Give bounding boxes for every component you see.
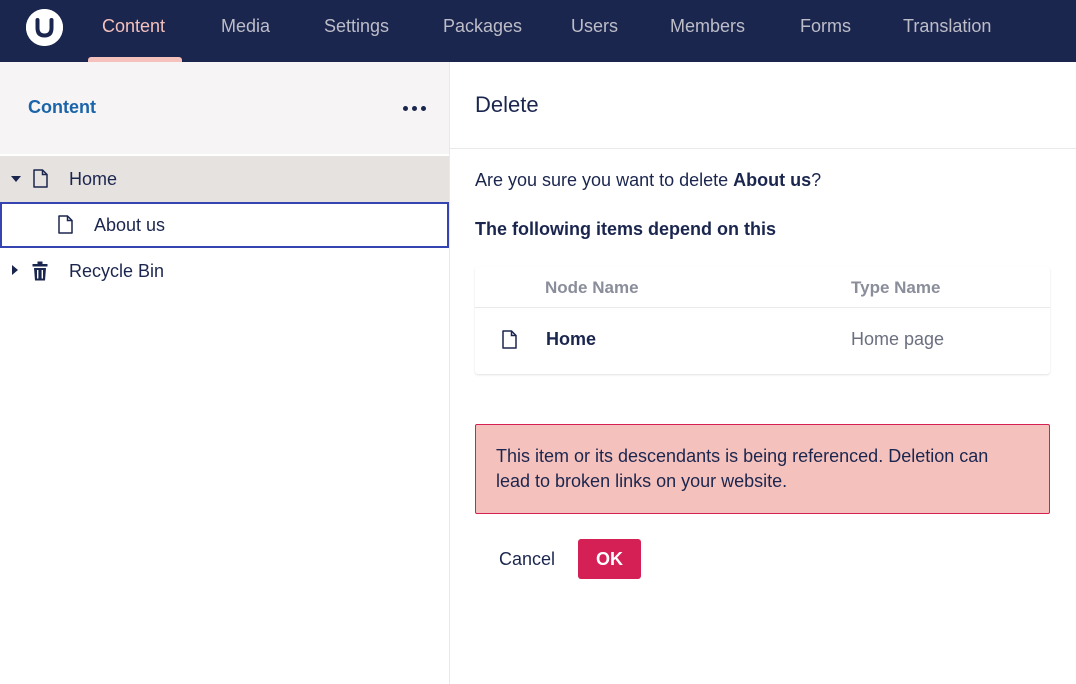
delete-dialog: Delete Are you sure you want to delete A…: [450, 62, 1076, 684]
tree-item-recycle-bin[interactable]: Recycle Bin: [0, 248, 449, 294]
nav-tab-content[interactable]: Content: [102, 15, 165, 37]
trash-icon: [32, 261, 48, 281]
dependencies-heading: The following items depend on this: [475, 219, 776, 239]
nav-tab-packages[interactable]: Packages: [443, 15, 522, 37]
tree-item-label: Recycle Bin: [69, 261, 165, 281]
confirm-prefix: Are you sure you want to delete: [475, 170, 734, 190]
nav-tab-media[interactable]: Media: [221, 15, 270, 37]
nav-tab-users[interactable]: Users: [571, 15, 618, 37]
nav-tab-translation[interactable]: Translation: [903, 15, 991, 37]
dialog-title: Delete: [475, 92, 539, 117]
dependencies-table: Node Name Type Name Home Home page: [475, 267, 1050, 374]
nav-tab-settings[interactable]: Settings: [324, 15, 389, 37]
umbraco-logo-icon[interactable]: [26, 9, 63, 46]
tree-item-home[interactable]: Home: [0, 156, 449, 202]
tree-header: Content: [0, 62, 449, 154]
document-icon: [58, 215, 73, 234]
top-navigation: Content Media Settings Packages Users Me…: [0, 0, 1076, 62]
nav-tab-members[interactable]: Members: [670, 15, 745, 37]
delete-confirmation-text: Are you sure you want to delete About us…: [475, 169, 821, 191]
tree-item-about-us[interactable]: About us: [0, 202, 449, 248]
warning-text: This item or its descendants is being re…: [496, 446, 989, 491]
item-to-delete: About us: [733, 170, 812, 190]
cancel-button[interactable]: Cancel: [486, 539, 568, 579]
type-name: Home page: [851, 329, 945, 349]
nav-tab-forms[interactable]: Forms: [800, 15, 851, 37]
node-name-link[interactable]: Home: [546, 329, 596, 350]
column-header-node-name: Node Name: [545, 278, 639, 297]
tree-item-label: About us: [94, 215, 166, 235]
document-icon: [33, 169, 48, 188]
table-header: Node Name Type Name: [475, 267, 1050, 308]
tree-title[interactable]: Content: [28, 97, 96, 118]
document-icon: [502, 330, 517, 349]
confirm-suffix: ?: [811, 170, 822, 190]
content-tree-panel: Content Home About us Recycle Bin: [0, 62, 450, 684]
caret-down-icon[interactable]: [11, 176, 21, 182]
reference-warning-alert: This item or its descendants is being re…: [475, 424, 1050, 514]
dialog-header: Delete: [450, 62, 1076, 149]
column-header-type-name: Type Name: [851, 278, 941, 297]
table-row[interactable]: Home Home page: [475, 308, 1050, 374]
caret-right-icon[interactable]: [12, 265, 18, 275]
ok-button[interactable]: OK: [578, 539, 641, 579]
tree-item-label: Home: [69, 169, 118, 189]
more-options-icon[interactable]: [402, 96, 428, 120]
